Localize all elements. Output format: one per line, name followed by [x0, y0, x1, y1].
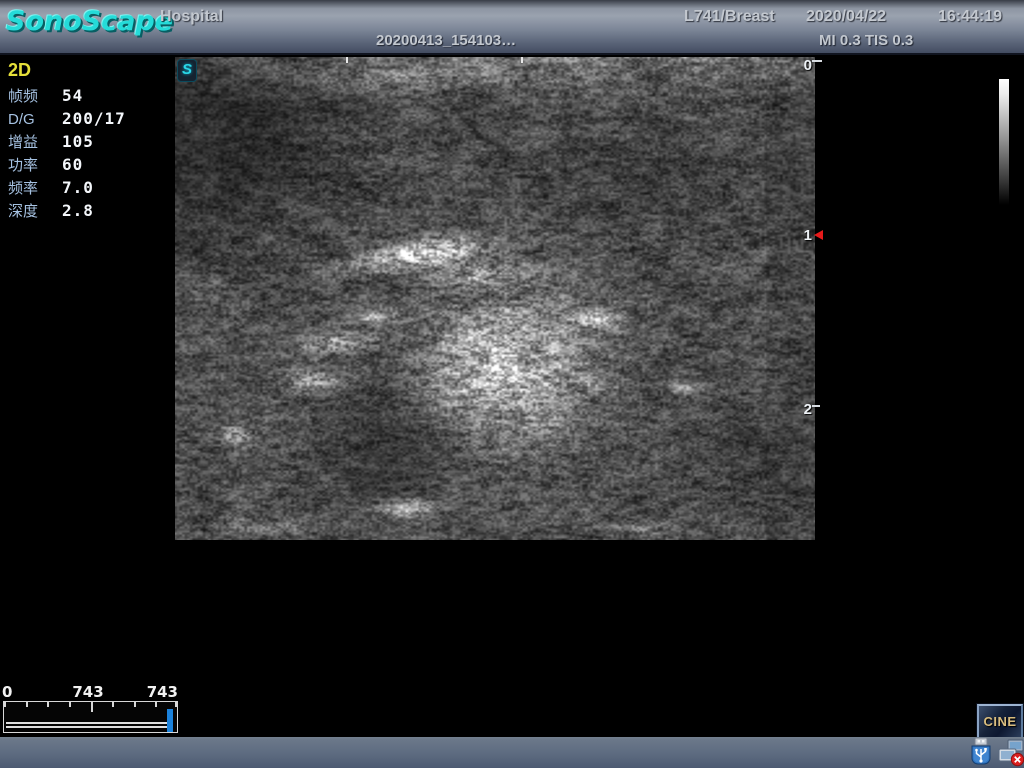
- depth-mark-1: 1: [793, 227, 812, 244]
- cine-button[interactable]: CINE: [977, 704, 1023, 740]
- image-top-tick: [346, 57, 348, 63]
- usb-icon[interactable]: [968, 738, 994, 767]
- mode-label: 2D: [8, 60, 31, 81]
- mi-tis-display: MI 0.3 TIS 0.3: [819, 32, 913, 49]
- param-label: 功率: [8, 154, 62, 177]
- param-row-gain: 增益105: [8, 130, 126, 153]
- time-display: 16:44:19: [938, 8, 1002, 26]
- grayscale-bar: [999, 79, 1009, 205]
- hospital-name: Hospital: [160, 8, 223, 26]
- param-value: 200/17: [62, 107, 126, 130]
- image-top-tick: [521, 57, 523, 63]
- param-label: 增益: [8, 131, 62, 154]
- probe-orientation-marker: S: [177, 59, 197, 82]
- param-value: 105: [62, 130, 94, 153]
- depth-mark-0: 0: [793, 57, 812, 74]
- cine-position-cursor[interactable]: [167, 709, 173, 732]
- cine-total-label: 743: [60, 683, 116, 701]
- param-row-dg: D/G200/17: [8, 107, 126, 130]
- status-bar: [0, 737, 1024, 768]
- cine-start-label: 0: [2, 683, 12, 701]
- sonoscape-logo: SonoScape: [6, 6, 173, 37]
- exam-id: 20200413_154103…: [376, 32, 516, 49]
- cine-scrubber[interactable]: [3, 701, 178, 733]
- depth-tick: [812, 60, 822, 62]
- param-value: 7.0: [62, 176, 94, 199]
- cine-current-label: 743: [132, 683, 178, 701]
- param-label: 频率: [8, 177, 62, 200]
- network-disconnected-icon[interactable]: [998, 739, 1024, 767]
- probe-preset: L741/Breast: [684, 8, 775, 26]
- param-value: 2.8: [62, 199, 94, 222]
- param-label: 深度: [8, 200, 62, 223]
- depth-tick: [812, 405, 820, 407]
- param-value: 54: [62, 84, 83, 107]
- depth-mark-2: 2: [793, 401, 812, 418]
- focus-marker-icon: [814, 230, 823, 240]
- param-row-frequency: 频率7.0: [8, 176, 126, 199]
- param-label: 帧频: [8, 85, 62, 108]
- param-value: 60: [62, 153, 83, 176]
- title-bar: SonoScape Hospital 20200413_154103… L741…: [0, 0, 1024, 55]
- ultrasound-image: [175, 57, 815, 540]
- param-row-depth: 深度2.8: [8, 199, 126, 222]
- param-label: D/G: [8, 108, 62, 131]
- ultrasound-screen: SonoScape Hospital 20200413_154103… L741…: [0, 0, 1024, 768]
- param-row-framerate: 帧频54: [8, 84, 126, 107]
- date-display: 2020/04/22: [806, 8, 886, 26]
- param-row-power: 功率60: [8, 153, 126, 176]
- parameter-panel: 帧频54 D/G200/17 增益105 功率60 频率7.0 深度2.8: [8, 84, 126, 222]
